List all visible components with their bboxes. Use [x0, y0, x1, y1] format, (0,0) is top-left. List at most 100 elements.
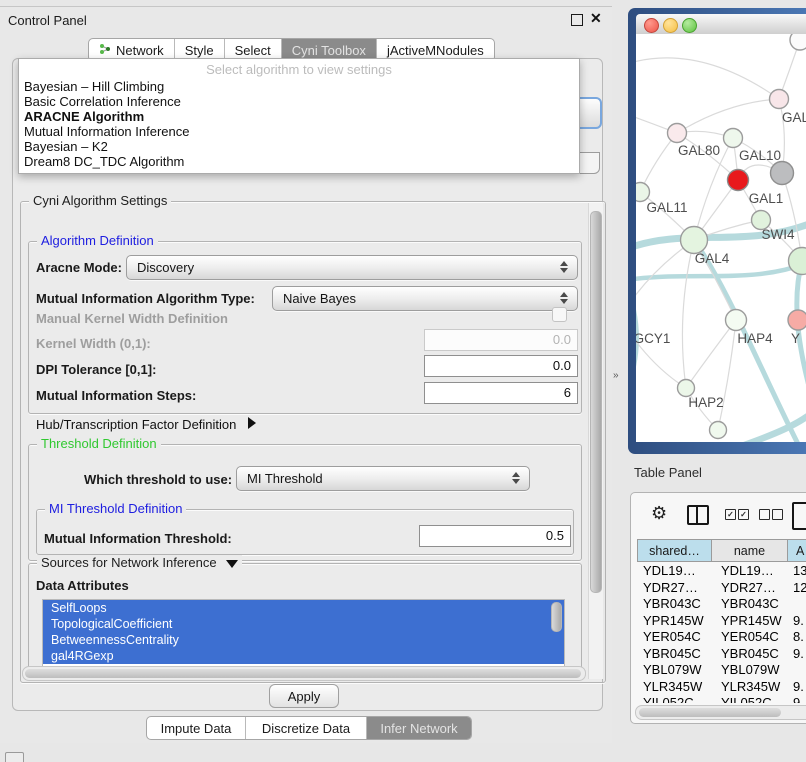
table-rows: YDL19…YDL19…13 YDR27…YDR27…12 YBR043CYBR…: [637, 563, 806, 703]
mi-steps-label: Mutual Information Steps:: [36, 388, 196, 403]
apply-button[interactable]: Apply: [269, 684, 339, 708]
hub-definition-disclosure[interactable]: Hub/Transcription Factor Definition: [36, 417, 256, 432]
combo-arrows-icon: [560, 292, 568, 304]
table-hscrollbar-track[interactable]: [635, 705, 806, 720]
node-label: GCY1: [636, 331, 670, 346]
disclosure-right-icon: [248, 417, 256, 429]
dropdown-item[interactable]: Bayesian – Hill Climbing: [24, 79, 164, 94]
manual-kernel-checkbox[interactable]: [552, 307, 567, 322]
settings-hscrollbar-thumb[interactable]: [25, 669, 581, 678]
node-label: GAL: [782, 110, 806, 125]
settings-scrollbar-track[interactable]: [588, 203, 603, 679]
aracne-mode-label: Aracne Mode:: [36, 260, 122, 275]
dropdown-item[interactable]: Mutual Information Inference: [24, 124, 189, 139]
dpi-tolerance-field[interactable]: 0.0: [424, 355, 578, 377]
tab-infer-network[interactable]: Infer Network: [367, 717, 471, 739]
data-attributes-label: Data Attributes: [36, 578, 129, 593]
column-header-partial[interactable]: A: [787, 539, 806, 562]
table-row[interactable]: YBR045CYBR045C9.: [637, 646, 806, 663]
table-row[interactable]: YDL19…YDL19…13: [637, 563, 806, 580]
split-columns-icon[interactable]: [687, 505, 709, 525]
list-item[interactable]: TopologicalCoefficient: [43, 616, 564, 632]
node-label: GAL11: [646, 200, 687, 215]
list-scrollbar-thumb[interactable]: [551, 602, 562, 632]
table-row[interactable]: YIL052CYIL052C9.: [637, 695, 806, 703]
node-gal4: [681, 227, 708, 254]
algorithm-definition-title: Algorithm Definition: [37, 233, 158, 248]
disclosure-down-icon: [226, 560, 238, 568]
node-label: SWI4: [761, 227, 794, 242]
select-all-icon[interactable]: ✓: [725, 509, 736, 520]
close-traffic-icon[interactable]: [644, 18, 659, 33]
list-item[interactable]: gal4RGexp: [43, 648, 564, 664]
node-label: Y: [791, 331, 800, 346]
combo-arrows-icon: [560, 261, 568, 273]
node-hap2: [678, 380, 695, 397]
splitter-handle[interactable]: »: [613, 370, 619, 381]
node-label: GAL1: [749, 191, 784, 206]
threshold-definition-title: Threshold Definition: [37, 436, 161, 451]
column-header-shared[interactable]: shared…: [637, 539, 712, 562]
node-gal-pink: [770, 90, 789, 109]
dpi-tolerance-label: DPI Tolerance [0,1]:: [36, 362, 156, 377]
dropdown-item[interactable]: Dream8 DC_TDC Algorithm: [24, 154, 184, 169]
node-red-gal1: [728, 170, 749, 191]
data-attributes-list[interactable]: SelfLoops TopologicalCoefficient Between…: [42, 599, 565, 667]
minimize-traffic-icon[interactable]: [663, 18, 678, 33]
node-label: GAL80: [678, 143, 720, 158]
float-window-icon[interactable]: [571, 14, 583, 26]
sources-group-title[interactable]: Sources for Network Inference: [37, 555, 242, 570]
table-row[interactable]: YPR145WYPR145W9.: [637, 613, 806, 630]
network-window-titlebar[interactable]: [636, 14, 806, 34]
gear-icon[interactable]: ⚙: [651, 503, 667, 524]
control-panel-title: Control Panel: [8, 13, 87, 28]
node-gal11: [636, 183, 650, 202]
table-panel-title: Table Panel: [634, 465, 702, 480]
node-partial-top: [790, 34, 806, 50]
table-row[interactable]: YLR345WYLR345W9.: [637, 679, 806, 696]
which-threshold-combo[interactable]: MI Threshold: [236, 466, 530, 491]
combo-arrows-icon: [512, 472, 520, 484]
list-item[interactable]: SelfLoops: [43, 600, 564, 616]
settings-scrollbar-thumb[interactable]: [590, 211, 602, 593]
node-hap4: [726, 310, 747, 331]
aracne-mode-combo[interactable]: Discovery: [126, 255, 578, 280]
table-row[interactable]: YBL079WYBL079W: [637, 662, 806, 679]
node-gray: [771, 162, 794, 185]
select-all-icon-2[interactable]: ✓: [738, 509, 749, 520]
node-salmon: [788, 310, 806, 330]
list-item[interactable]: BetweennessCentrality: [43, 632, 564, 648]
settings-group-title: Cyni Algorithm Settings: [29, 193, 171, 208]
close-icon[interactable]: ✕: [590, 10, 602, 27]
kernel-width-field: 0.0: [424, 329, 578, 351]
table-hscrollbar-thumb[interactable]: [639, 708, 781, 717]
algorithm-dropdown-popup: Select algorithm to view settings Bayesi…: [18, 58, 580, 174]
table-row[interactable]: YDR27…YDR27…12: [637, 580, 806, 597]
which-threshold-label: Which threshold to use:: [84, 472, 232, 487]
dropdown-item-selected[interactable]: ARACNE Algorithm: [24, 109, 144, 124]
zoom-traffic-icon[interactable]: [682, 18, 697, 33]
table-row[interactable]: YBR043CYBR043C: [637, 596, 806, 613]
collapsed-panel-icon[interactable]: [5, 752, 24, 762]
table-panel: ⚙ ✓ ✓ shared… name A YDL19…YDL19…13 YDR2…: [630, 492, 806, 724]
node-gal80: [668, 124, 687, 143]
mi-steps-field[interactable]: 6: [424, 382, 578, 404]
mi-type-combo[interactable]: Naive Bayes: [272, 286, 578, 311]
kernel-width-label: Kernel Width (0,1):: [36, 336, 151, 351]
mi-type-label: Mutual Information Algorithm Type:: [36, 291, 255, 306]
dropdown-item[interactable]: Basic Correlation Inference: [24, 94, 181, 109]
dropdown-item[interactable]: Bayesian – K2: [24, 139, 108, 154]
column-header-name[interactable]: name: [711, 539, 788, 562]
control-panel-window: Control Panel ✕ Network Style Select Cyn…: [0, 6, 612, 743]
export-table-icon[interactable]: [792, 502, 806, 530]
table-row[interactable]: YER054CYER054C8.: [637, 629, 806, 646]
deselect-all-icon[interactable]: [759, 509, 770, 520]
deselect-all-icon-2[interactable]: [772, 509, 783, 520]
tab-discretize-data[interactable]: Discretize Data: [246, 717, 367, 739]
mi-threshold-field[interactable]: 0.5: [419, 525, 571, 547]
screenshot-root: Control Panel ✕ Network Style Select Cyn…: [0, 0, 806, 762]
settings-hscrollbar-track[interactable]: [22, 666, 586, 681]
tab-impute-data[interactable]: Impute Data: [147, 717, 246, 739]
network-canvas[interactable]: GAL GAL80 GAL10 GAL1 GAL11 SWI4 GAL4 GCY…: [636, 34, 806, 442]
mi-threshold-group-title: MI Threshold Definition: [45, 501, 186, 516]
